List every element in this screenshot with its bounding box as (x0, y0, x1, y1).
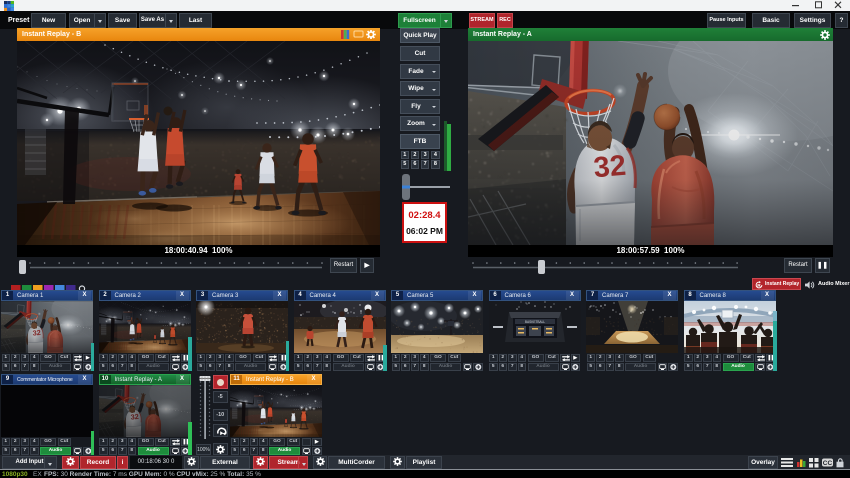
svg-text:R: R (757, 282, 761, 288)
svg-text:CC: CC (823, 460, 833, 467)
